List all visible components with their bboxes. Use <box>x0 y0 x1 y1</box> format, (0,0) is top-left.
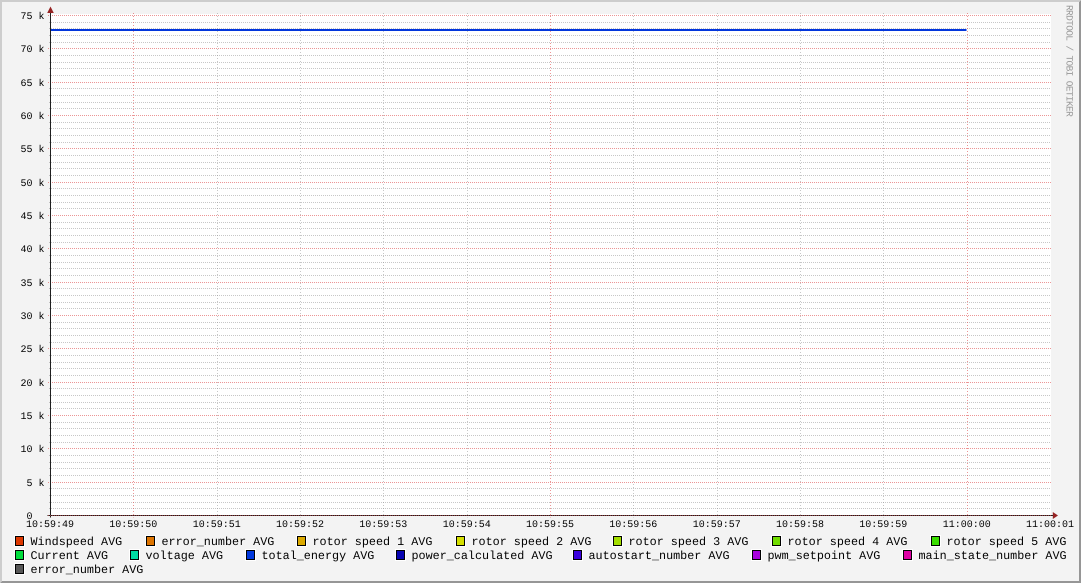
svg-text:voltage AVG: voltage AVG <box>146 549 224 563</box>
svg-text:45 k: 45 k <box>20 211 44 223</box>
svg-text:35 k: 35 k <box>20 278 44 290</box>
svg-text:50 k: 50 k <box>20 178 44 190</box>
svg-text:75 k: 75 k <box>20 11 44 23</box>
svg-text:10:59:55: 10:59:55 <box>526 520 574 531</box>
svg-text:55 k: 55 k <box>20 144 44 156</box>
svg-text:RRDTOOL / TOBI OETIKER: RRDTOOL / TOBI OETIKER <box>1064 5 1075 117</box>
svg-text:40 k: 40 k <box>20 244 44 256</box>
svg-text:Current AVG: Current AVG <box>31 549 109 563</box>
svg-text:Windspeed AVG: Windspeed AVG <box>31 535 123 549</box>
svg-text:15 k: 15 k <box>20 411 44 423</box>
svg-text:10:59:53: 10:59:53 <box>359 520 407 531</box>
svg-text:60 k: 60 k <box>20 111 44 123</box>
svg-text:10:59:56: 10:59:56 <box>609 520 657 531</box>
svg-text:10:59:58: 10:59:58 <box>776 520 824 531</box>
svg-text:10:59:52: 10:59:52 <box>276 520 324 531</box>
svg-text:20 k: 20 k <box>20 378 44 390</box>
svg-text:main_state_number AVG: main_state_number AVG <box>919 549 1067 563</box>
svg-text:10:59:50: 10:59:50 <box>109 520 157 531</box>
svg-text:error_number AVG: error_number AVG <box>162 535 275 549</box>
svg-text:power_calculated AVG: power_calculated AVG <box>412 549 553 563</box>
svg-text:rotor speed 2 AVG: rotor speed 2 AVG <box>472 535 592 549</box>
svg-text:30 k: 30 k <box>20 311 44 323</box>
svg-text:65 k: 65 k <box>20 78 44 90</box>
svg-text:10:59:57: 10:59:57 <box>693 520 741 531</box>
svg-text:10 k: 10 k <box>20 444 44 456</box>
svg-text:error_number AVG: error_number AVG <box>31 563 144 577</box>
svg-text:10:59:49: 10:59:49 <box>26 520 74 531</box>
svg-text:11:00:00: 11:00:00 <box>943 520 991 531</box>
svg-text:10:59:51: 10:59:51 <box>193 520 241 531</box>
svg-text:rotor speed 3 AVG: rotor speed 3 AVG <box>629 535 749 549</box>
svg-text:pwm_setpoint AVG: pwm_setpoint AVG <box>768 549 881 563</box>
svg-text:rotor speed 5 AVG: rotor speed 5 AVG <box>947 535 1067 549</box>
svg-text:25 k: 25 k <box>20 344 44 356</box>
svg-text:total_energy AVG: total_energy AVG <box>262 549 375 563</box>
svg-text:10:59:59: 10:59:59 <box>859 520 907 531</box>
svg-text:rotor speed 1 AVG: rotor speed 1 AVG <box>313 535 433 549</box>
svg-text:11:00:01: 11:00:01 <box>1026 520 1074 531</box>
svg-text:rotor speed 4 AVG: rotor speed 4 AVG <box>788 535 908 549</box>
svg-text:autostart_number AVG: autostart_number AVG <box>589 549 730 563</box>
svg-text:10:59:54: 10:59:54 <box>443 520 491 531</box>
svg-text:70 k: 70 k <box>20 44 44 56</box>
svg-text:5 k: 5 k <box>26 478 44 490</box>
